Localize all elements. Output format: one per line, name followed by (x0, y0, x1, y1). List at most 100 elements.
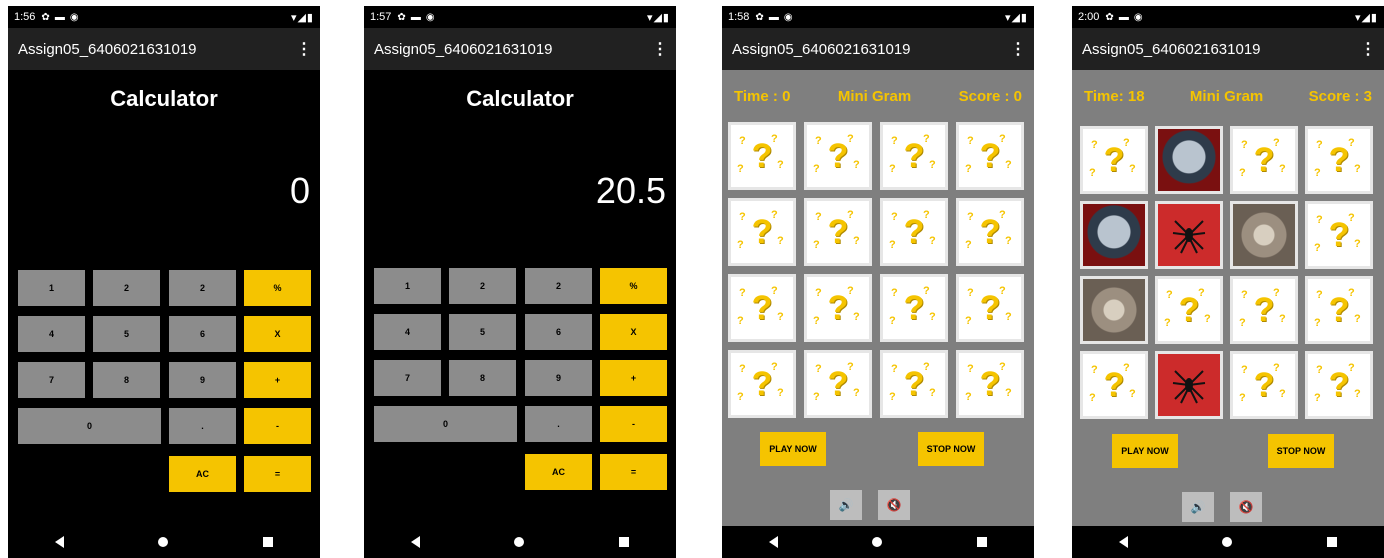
card-spider[interactable] (1155, 201, 1223, 269)
card-hidden[interactable]: ????? (728, 350, 796, 418)
key-5[interactable]: 5 (93, 316, 160, 352)
key-3[interactable]: 2 (169, 270, 236, 306)
phone-calculator-2: 1:57 ✿ ▬ ◉ ▾◢▮ Assign05_6406021631019 ⋮ … (364, 6, 676, 558)
status-bar: 1:58 ✿ ▬ ◉ ▾◢▮ (722, 6, 1034, 28)
overflow-menu-icon[interactable]: ⋮ (652, 39, 668, 59)
card-hidden[interactable]: ????? (1305, 351, 1373, 419)
key-5[interactable]: 5 (449, 314, 516, 350)
sound-on-icon[interactable]: 🔊 (830, 490, 862, 520)
recents-icon[interactable] (262, 537, 273, 547)
recents-icon[interactable] (618, 537, 629, 547)
key-9[interactable]: 9 (169, 362, 236, 398)
card-hidden[interactable]: ????? (1080, 351, 1148, 419)
home-icon[interactable] (1222, 537, 1233, 547)
card-hidden[interactable]: ????? (804, 274, 872, 342)
key-8[interactable]: 8 (449, 360, 516, 396)
calculator-title: Calculator (466, 86, 574, 111)
key-2[interactable]: 2 (449, 268, 516, 304)
back-icon[interactable] (55, 536, 65, 548)
key-equals[interactable]: = (600, 454, 667, 490)
key-dot[interactable]: . (169, 408, 236, 444)
key-3[interactable]: 2 (525, 268, 592, 304)
card-hidden[interactable]: ????? (804, 122, 872, 190)
card-hidden[interactable]: ????? (1305, 201, 1373, 269)
card-hidden[interactable]: ????? (1230, 276, 1298, 344)
key-add[interactable]: + (244, 362, 311, 398)
key-subtract[interactable]: - (600, 406, 667, 442)
key-4[interactable]: 4 (18, 316, 85, 352)
key-multiply[interactable]: X (244, 316, 311, 352)
card-cat[interactable] (1080, 276, 1148, 344)
key-clear[interactable]: AC (525, 454, 592, 490)
key-0[interactable]: 0 (18, 408, 161, 444)
question-mark-icon: ????? (883, 125, 945, 187)
card-hidden[interactable]: ????? (1155, 276, 1223, 344)
key-equals[interactable]: = (244, 456, 311, 492)
card-cat[interactable] (1230, 201, 1298, 269)
card-kakashi[interactable] (1155, 126, 1223, 194)
key-2[interactable]: 2 (93, 270, 160, 306)
sound-off-icon[interactable]: 🔇 (1230, 492, 1262, 522)
card-hidden[interactable]: ????? (880, 198, 948, 266)
card-hidden[interactable]: ????? (728, 122, 796, 190)
card-hidden[interactable]: ????? (956, 198, 1024, 266)
card-hidden[interactable]: ????? (956, 122, 1024, 190)
sync-icon: ◉ (783, 11, 793, 23)
card-hidden[interactable]: ????? (728, 274, 796, 342)
question-mark-icon: ????? (1158, 279, 1220, 341)
key-6[interactable]: 6 (525, 314, 592, 350)
recents-icon[interactable] (1326, 537, 1337, 547)
key-4[interactable]: 4 (374, 314, 441, 350)
key-9[interactable]: 9 (525, 360, 592, 396)
card-hidden[interactable]: ????? (804, 350, 872, 418)
key-multiply[interactable]: X (600, 314, 667, 350)
card-hidden[interactable]: ????? (1230, 126, 1298, 194)
overflow-menu-icon[interactable]: ⋮ (1010, 39, 1026, 59)
card-hidden[interactable]: ????? (880, 274, 948, 342)
key-add[interactable]: + (600, 360, 667, 396)
play-now-button[interactable]: PLAY NOW (760, 432, 826, 466)
stop-now-button[interactable]: STOP NOW (1268, 434, 1334, 468)
key-8[interactable]: 8 (93, 362, 160, 398)
key-1[interactable]: 1 (374, 268, 441, 304)
card-hidden[interactable]: ????? (1305, 126, 1373, 194)
key-dot[interactable]: . (525, 406, 592, 442)
key-0[interactable]: 0 (374, 406, 517, 442)
play-now-button[interactable]: PLAY NOW (1112, 434, 1178, 468)
key-7[interactable]: 7 (374, 360, 441, 396)
card-hidden[interactable]: ????? (728, 198, 796, 266)
key-1[interactable]: 1 (18, 270, 85, 306)
signal-battery-icon: ▾◢▮ (1004, 11, 1028, 24)
back-icon[interactable] (769, 536, 779, 548)
question-mark-icon: ????? (1233, 354, 1295, 416)
key-clear[interactable]: AC (169, 456, 236, 492)
sound-off-icon[interactable]: 🔇 (878, 490, 910, 520)
back-icon[interactable] (1119, 536, 1129, 548)
card-hidden[interactable]: ????? (804, 198, 872, 266)
sound-on-icon[interactable]: 🔊 (1182, 492, 1214, 522)
overflow-menu-icon[interactable]: ⋮ (1360, 39, 1376, 59)
stop-now-button[interactable]: STOP NOW (918, 432, 984, 466)
key-percent[interactable]: % (244, 270, 311, 306)
card-hidden[interactable]: ????? (1305, 276, 1373, 344)
game-title: Mini Gram (1189, 88, 1264, 105)
card-hidden[interactable]: ????? (1230, 351, 1298, 419)
overflow-menu-icon[interactable]: ⋮ (296, 39, 312, 59)
sd-card-icon: ▬ (410, 11, 421, 23)
recents-icon[interactable] (976, 537, 987, 547)
home-icon[interactable] (514, 537, 525, 547)
key-6[interactable]: 6 (169, 316, 236, 352)
key-7[interactable]: 7 (18, 362, 85, 398)
card-hidden[interactable]: ????? (1080, 126, 1148, 194)
card-hidden[interactable]: ????? (956, 350, 1024, 418)
card-hidden[interactable]: ????? (956, 274, 1024, 342)
back-icon[interactable] (411, 536, 421, 548)
card-spider[interactable] (1155, 351, 1223, 419)
card-kakashi[interactable] (1080, 201, 1148, 269)
key-subtract[interactable]: - (244, 408, 311, 444)
home-icon[interactable] (158, 537, 169, 547)
key-percent[interactable]: % (600, 268, 667, 304)
card-hidden[interactable]: ????? (880, 350, 948, 418)
home-icon[interactable] (872, 537, 883, 547)
card-hidden[interactable]: ????? (880, 122, 948, 190)
